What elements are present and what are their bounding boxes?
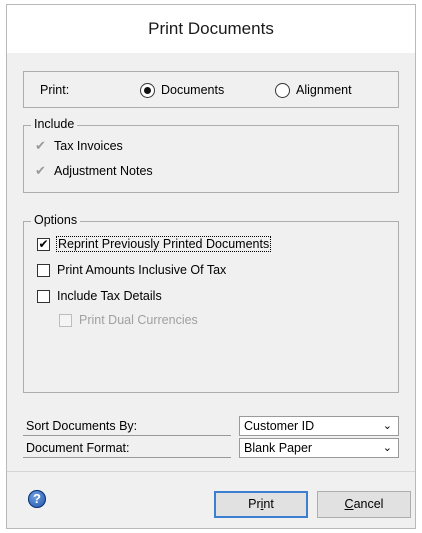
chevron-down-icon: ⌄: [382, 442, 392, 454]
checkbox-reprint-printed-label: Reprint Previously Printed Documents: [55, 236, 272, 252]
checkbox-adjustment-notes-label: Adjustment Notes: [54, 164, 153, 178]
chevron-down-icon: ⌄: [382, 420, 392, 432]
checkbox-include-tax-details-box: [37, 289, 50, 303]
sort-documents-label: Sort Documents By:: [26, 419, 138, 433]
radio-alignment[interactable]: Alignment: [275, 81, 352, 99]
footer-divider: [7, 471, 415, 472]
include-group-legend: Include: [31, 117, 78, 131]
options-group-legend: Options: [31, 213, 81, 227]
check-icon: ✔: [38, 236, 49, 251]
checkbox-reprint-printed[interactable]: ✔ Reprint Previously Printed Documents: [37, 235, 272, 253]
cancel-button-accelerator: C: [344, 497, 354, 511]
radio-alignment-indicator: [275, 82, 290, 98]
document-format-row: Document Format: Blank Paper ⌄: [23, 438, 399, 458]
sort-documents-value: Customer ID: [244, 419, 315, 433]
options-group: Options ✔ Reprint Previously Printed Doc…: [23, 213, 399, 393]
include-group-frame: [23, 125, 399, 193]
print-mode-panel: Print: Documents Alignment: [23, 71, 399, 108]
checkbox-tax-invoices-label: Tax Invoices: [54, 139, 123, 153]
checkbox-include-tax-details[interactable]: Include Tax Details: [37, 287, 162, 305]
checkbox-include-tax-details-label: Include Tax Details: [57, 289, 162, 303]
document-format-label: Document Format:: [26, 441, 130, 455]
checkbox-adjustment-notes[interactable]: ✔ Adjustment Notes: [34, 162, 153, 180]
checkbox-amounts-inclusive-tax-label: Print Amounts Inclusive Of Tax: [57, 263, 227, 277]
checkbox-print-dual-currencies[interactable]: Print Dual Currencies: [59, 311, 198, 329]
cancel-button-label-post: ancel: [353, 497, 384, 511]
print-button-label-post: nt: [263, 497, 274, 511]
radio-documents[interactable]: Documents: [140, 81, 224, 99]
radio-documents-label: Documents: [161, 83, 225, 97]
document-format-underline: [23, 457, 231, 458]
check-icon: ✔: [35, 162, 46, 178]
checkbox-reprint-printed-box: ✔: [37, 236, 50, 251]
print-documents-dialog: Print Documents Print: Documents Alignme…: [6, 4, 416, 529]
checkbox-tax-invoices[interactable]: ✔ Tax Invoices: [34, 137, 123, 155]
check-icon: ✔: [35, 137, 46, 153]
print-button-label-pre: Pr: [248, 497, 261, 511]
radio-documents-indicator: [140, 82, 155, 98]
sort-documents-underline: [23, 435, 231, 436]
checkbox-print-dual-currencies-label: Print Dual Currencies: [79, 313, 198, 327]
cancel-button[interactable]: Cancel: [317, 491, 411, 518]
document-format-value: Blank Paper: [244, 441, 313, 455]
include-group: Include ✔ Tax Invoices ✔ Adjustment Note…: [23, 117, 399, 193]
document-format-select[interactable]: Blank Paper ⌄: [239, 438, 399, 458]
sort-documents-row: Sort Documents By: Customer ID ⌄: [23, 416, 399, 436]
print-button[interactable]: Print: [214, 491, 308, 518]
help-icon[interactable]: ?: [28, 490, 46, 508]
checkbox-amounts-inclusive-tax[interactable]: Print Amounts Inclusive Of Tax: [37, 261, 226, 279]
checkbox-amounts-inclusive-tax-box: [37, 263, 50, 277]
print-mode-label: Print:: [40, 83, 70, 97]
dialog-title: Print Documents: [7, 5, 415, 53]
radio-alignment-label: Alignment: [296, 83, 352, 97]
checkbox-print-dual-currencies-box: [59, 313, 72, 327]
sort-documents-select[interactable]: Customer ID ⌄: [239, 416, 399, 436]
